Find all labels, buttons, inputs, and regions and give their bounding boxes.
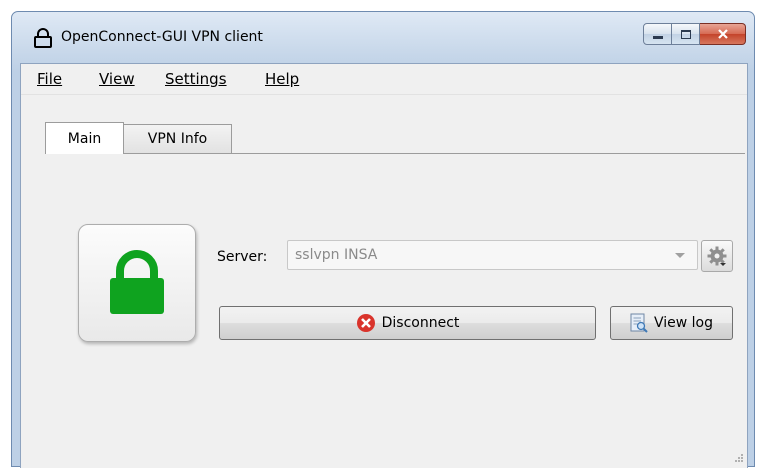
- window-controls: [643, 23, 746, 45]
- close-button[interactable]: [700, 23, 746, 45]
- disconnect-label: Disconnect: [381, 315, 460, 331]
- client-area: File View Settings Help Main VPN Info Se…: [20, 63, 748, 468]
- menu-bar: File View Settings Help: [21, 64, 747, 95]
- log-icon: [630, 313, 648, 333]
- app-lock-icon: [34, 28, 52, 48]
- minimize-icon: [652, 35, 663, 39]
- menu-file-label: File: [37, 70, 63, 88]
- disconnect-icon: [356, 314, 375, 332]
- menu-settings[interactable]: Settings: [165, 70, 227, 88]
- close-icon: [717, 29, 728, 39]
- tab-main[interactable]: Main: [45, 122, 124, 154]
- gear-icon: [707, 246, 727, 266]
- connection-status-tile: [78, 224, 196, 342]
- server-dropdown[interactable]: sslvpn INSA: [287, 240, 698, 270]
- menu-help-label: Help: [265, 70, 300, 88]
- menu-view-label: View: [99, 70, 135, 88]
- window-title: OpenConnect-GUI VPN client: [61, 29, 263, 45]
- menu-view[interactable]: View: [99, 70, 135, 88]
- tab-vpn-info-label: VPN Info: [147, 131, 208, 147]
- tab-main-label: Main: [67, 130, 102, 147]
- resize-grip-icon[interactable]: [733, 452, 743, 462]
- minimize-button[interactable]: [643, 23, 672, 45]
- tab-divider: [45, 153, 745, 154]
- server-value: sslvpn INSA: [295, 247, 378, 263]
- disconnect-button[interactable]: Disconnect: [219, 306, 596, 340]
- chevron-down-icon: [675, 253, 685, 258]
- menu-help[interactable]: Help: [265, 70, 299, 88]
- menu-settings-label: Settings: [165, 70, 227, 88]
- server-settings-button[interactable]: [701, 240, 733, 272]
- tab-vpn-info[interactable]: VPN Info: [124, 124, 232, 154]
- lock-icon: [110, 250, 164, 314]
- view-log-label: View log: [653, 315, 713, 331]
- server-label: Server:: [217, 249, 268, 265]
- menu-file[interactable]: File: [37, 70, 62, 88]
- maximize-icon: [680, 29, 691, 39]
- view-log-button[interactable]: View log: [610, 306, 733, 340]
- title-bar[interactable]: OpenConnect-GUI VPN client: [12, 12, 754, 62]
- app-window: OpenConnect-GUI VPN client File View Set…: [11, 11, 755, 468]
- maximize-button[interactable]: [672, 23, 700, 45]
